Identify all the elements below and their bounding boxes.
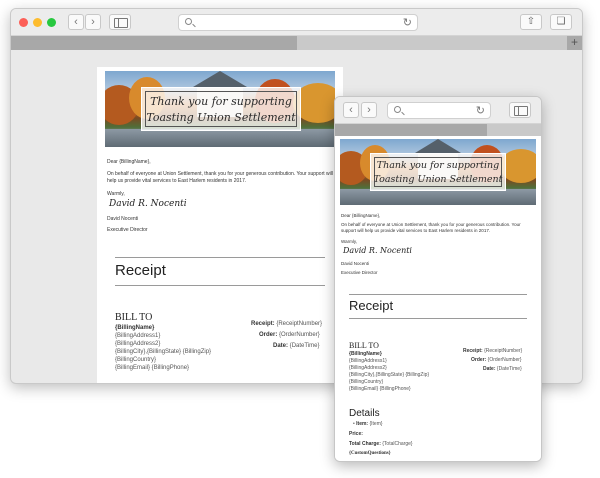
billing-address1: {BillingAddress1} — [349, 358, 387, 364]
signer-name: David Nocenti — [341, 261, 370, 266]
divider — [349, 294, 527, 295]
browser-toolbar: ‹ › ↻ ⇧ ❏ — [11, 9, 582, 36]
date-row: Date: {DateTime} — [273, 343, 320, 349]
letter-body: On behalf of everyone at Union Settlemen… — [107, 171, 333, 184]
salutation: Dear {BillingName}, — [341, 213, 381, 218]
details-heading: Details — [349, 408, 380, 419]
order-number-row: Order: {OrderNumber} — [471, 357, 522, 363]
signer-title: Executive Director — [107, 227, 148, 233]
details-price-label: Price: — [349, 431, 363, 437]
divider — [349, 318, 527, 319]
date-row: Date: {DateTime} — [483, 366, 522, 372]
reload-icon[interactable]: ↻ — [476, 104, 485, 117]
signature: David R. Nocenti — [343, 246, 412, 255]
search-icon — [185, 18, 192, 25]
receipt-heading: Receipt — [349, 298, 394, 313]
tab-strip — [335, 124, 541, 136]
address-bar[interactable]: ↻ — [178, 14, 418, 31]
browser-toolbar: ‹ › ↻ — [335, 97, 541, 124]
banner-line-2: Toasting Union Settlement — [373, 174, 503, 185]
reload-icon[interactable]: ↻ — [403, 16, 412, 29]
billing-address2: {BillingAddress2} — [349, 365, 387, 371]
order-number-row: Order: {OrderNumber} — [259, 332, 320, 338]
signer-title: Executive Director — [341, 270, 378, 275]
inactive-tab[interactable] — [297, 36, 567, 50]
billing-country: {BillingCountry} — [115, 357, 157, 363]
forward-icon[interactable]: › — [85, 14, 101, 30]
closing: Warmly, — [107, 191, 125, 197]
banner-sign: Thank you for supporting Toasting Union … — [370, 153, 506, 191]
minimize-window-button[interactable] — [33, 18, 42, 27]
narrow-browser-window: ‹ › ↻ Thank you for supporting Toasting … — [334, 96, 542, 462]
billing-name: {BillingName} — [115, 325, 155, 331]
divider — [115, 257, 325, 258]
address-bar[interactable]: ↻ — [387, 102, 491, 119]
banner-sign: Thank you for supporting Toasting Union … — [141, 87, 301, 131]
receipt-number-row: Receipt: {ReceiptNumber} — [251, 321, 323, 327]
billing-email-phone: {BillingEmail} {BillingPhone} — [349, 386, 411, 392]
email-document: Thank you for supporting Toasting Union … — [335, 136, 541, 461]
back-icon[interactable]: ‹ — [343, 102, 359, 118]
receipt-number-row: Receipt: {ReceiptNumber} — [463, 348, 523, 354]
details-total-row: Total Charge: {TotalCharge} — [349, 441, 413, 447]
details-custom-questions: {CustomQuestions} — [349, 451, 391, 456]
salutation: Dear {BillingName}, — [107, 159, 151, 165]
plus-icon[interactable]: + — [571, 35, 578, 49]
closing: Warmly, — [341, 239, 357, 244]
sidebar-icon[interactable] — [509, 102, 531, 118]
billing-city-state-zip: {BillingCity},{BillingState} {BillingZip… — [349, 372, 430, 378]
search-icon — [394, 106, 401, 113]
receipt-heading: Receipt — [115, 262, 166, 279]
signer-name: David Nocenti — [107, 216, 139, 222]
share-icon[interactable]: ⇧ — [520, 14, 542, 30]
inactive-tab[interactable] — [487, 124, 541, 136]
details-item-row: • Item: {Item} — [353, 421, 383, 427]
letter-body: On behalf of everyone at Union Settlemen… — [341, 222, 521, 233]
billing-email-phone: {BillingEmail} {BillingPhone} — [115, 365, 190, 371]
divider — [115, 285, 325, 286]
billing-city-state-zip: {BillingCity},{BillingState} {BillingZip… — [115, 349, 212, 355]
billing-name: {BillingName} — [349, 351, 382, 357]
tabs-icon[interactable]: ❏ — [550, 14, 572, 30]
banner-line-1: Thank you for supporting — [376, 160, 500, 171]
banner-image: Thank you for supporting Toasting Union … — [340, 139, 536, 205]
banner-image: Thank you for supporting Toasting Union … — [105, 71, 335, 147]
banner-line-1: Thank you for supporting — [150, 95, 292, 108]
billing-address2: {BillingAddress2} — [115, 341, 161, 347]
tab-strip: + — [11, 35, 582, 50]
email-document: Thank you for supporting Toasting Union … — [97, 67, 343, 383]
banner-line-2: Toasting Union Settlement — [146, 111, 296, 124]
billing-country: {BillingCountry} — [349, 379, 384, 385]
billing-address1: {BillingAddress1} — [115, 333, 161, 339]
bill-to-heading: BILL TO — [349, 341, 379, 350]
sidebar-icon[interactable] — [109, 14, 131, 30]
back-icon[interactable]: ‹ — [68, 14, 84, 30]
maximize-window-button[interactable] — [47, 18, 56, 27]
forward-icon[interactable]: › — [361, 102, 377, 118]
signature: David R. Nocenti — [109, 199, 187, 209]
bill-to-heading: BILL TO — [115, 312, 153, 323]
close-window-button[interactable] — [19, 18, 28, 27]
